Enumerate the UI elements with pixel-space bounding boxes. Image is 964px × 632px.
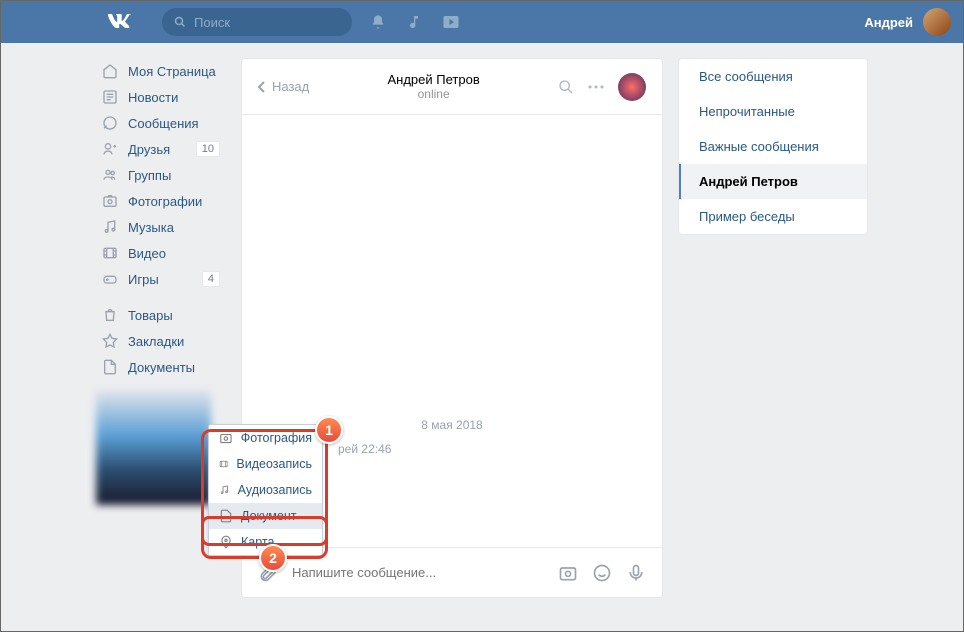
search-placeholder: Поиск [194, 15, 230, 30]
username[interactable]: Андрей [864, 15, 913, 30]
annotation-badge-1: 1 [315, 416, 343, 444]
filter-important[interactable]: Важные сообщения [679, 129, 867, 164]
attach-photo[interactable]: Фотография [209, 425, 322, 451]
emoji-icon[interactable] [592, 563, 612, 583]
annotation-badge-2: 2 [259, 544, 287, 572]
nav-market[interactable]: Товары [96, 302, 226, 328]
right-panel: Все сообщения Непрочитанные Важные сообщ… [678, 58, 868, 235]
chat-status: online [309, 87, 558, 101]
nav-groups[interactable]: Группы [96, 162, 226, 188]
nav-photos[interactable]: Фотографии [96, 188, 226, 214]
filter-unread[interactable]: Непрочитанные [679, 94, 867, 129]
attach-document[interactable]: Документ [209, 503, 322, 529]
filter-conversation-2[interactable]: Пример беседы [679, 199, 867, 234]
filter-all[interactable]: Все сообщения [679, 59, 867, 94]
music-icon[interactable] [406, 14, 422, 30]
chat-header: Назад Андрей Петров online [242, 59, 662, 115]
nav-documents[interactable]: Документы [96, 354, 226, 380]
message-meta: рей 22:46 [338, 442, 646, 456]
sidebar-thumbnail [96, 390, 211, 505]
nav-messages[interactable]: Сообщения [96, 110, 226, 136]
nav-video[interactable]: Видео [96, 240, 226, 266]
chat-avatar[interactable] [618, 73, 646, 101]
more-icon[interactable] [588, 85, 604, 89]
vk-logo[interactable] [108, 11, 132, 34]
attach-menu: Фотография Видеозапись Аудиозапись Докум… [208, 424, 323, 556]
sidebar: Моя Страница Новости Сообщения Друзья10 … [96, 58, 226, 598]
message-input[interactable] [292, 561, 544, 585]
back-button[interactable]: Назад [258, 79, 309, 94]
camera-icon[interactable] [558, 563, 578, 583]
nav-my-page[interactable]: Моя Страница [96, 58, 226, 84]
nav-bookmarks[interactable]: Закладки [96, 328, 226, 354]
nav-friends[interactable]: Друзья10 [96, 136, 226, 162]
attach-video[interactable]: Видеозапись [209, 451, 322, 477]
search-input[interactable]: Поиск [162, 8, 352, 36]
mic-icon[interactable] [626, 563, 646, 583]
nav-news[interactable]: Новости [96, 84, 226, 110]
filter-conversation-1[interactable]: Андрей Петров [679, 164, 867, 199]
nav-games[interactable]: Игры4 [96, 266, 226, 292]
attach-audio[interactable]: Аудиозапись [209, 477, 322, 503]
search-icon[interactable] [558, 79, 574, 95]
nav-music[interactable]: Музыка [96, 214, 226, 240]
notifications-icon[interactable] [370, 14, 386, 30]
video-player-icon[interactable] [442, 14, 460, 30]
friends-badge: 10 [196, 141, 220, 157]
games-badge: 4 [202, 271, 220, 287]
header: Поиск Андрей [1, 1, 963, 43]
chat-name: Андрей Петров [309, 72, 558, 87]
user-avatar[interactable] [923, 8, 951, 36]
